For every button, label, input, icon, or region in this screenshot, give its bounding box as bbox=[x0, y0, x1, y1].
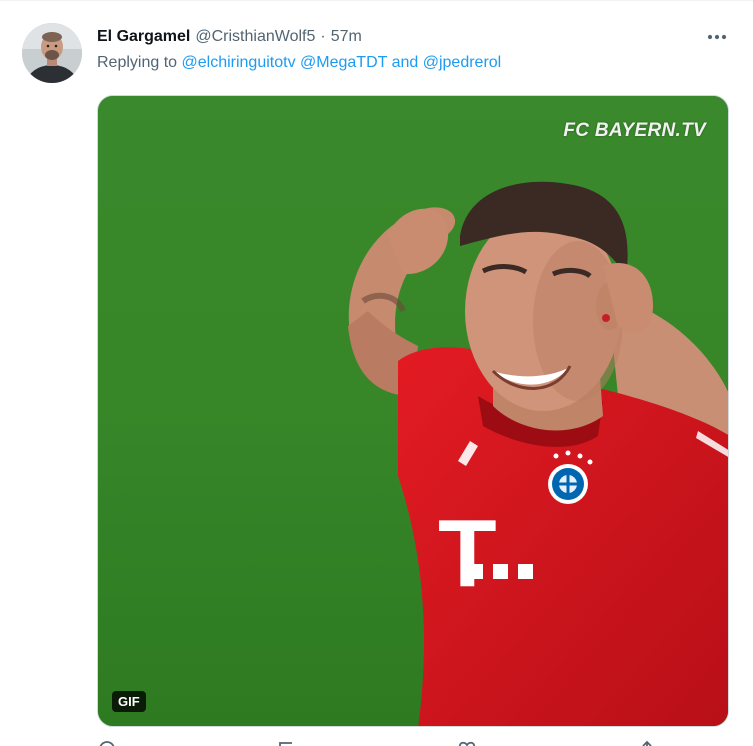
separator-dot: · bbox=[320, 28, 326, 45]
replying-to: Replying to @elchiringuitotv @MegaTDT an… bbox=[97, 54, 501, 72]
gif-frame: T bbox=[98, 96, 728, 726]
replying-to-label: Replying to bbox=[97, 54, 178, 71]
author-handle[interactable]: @CristhianWolf5 bbox=[195, 28, 315, 46]
share-icon[interactable] bbox=[637, 739, 657, 746]
mention-joiner[interactable]: and bbox=[392, 54, 419, 71]
jersey-logo: T bbox=[438, 500, 497, 607]
more-horizontal-icon bbox=[707, 34, 727, 40]
tweet-timestamp[interactable]: 57m bbox=[331, 28, 362, 46]
more-options-button[interactable] bbox=[700, 23, 734, 51]
mention-link[interactable]: @jpedrerol bbox=[423, 54, 502, 71]
author-name[interactable]: El Gargamel bbox=[97, 28, 190, 46]
retweet-icon[interactable] bbox=[277, 739, 297, 746]
tweet-header: El Gargamel @CristhianWolf5 · 57m bbox=[97, 26, 362, 48]
avatar[interactable] bbox=[22, 23, 82, 83]
action-bar bbox=[97, 739, 657, 746]
watermark: FC BAYERN.TV bbox=[563, 120, 706, 141]
gif-badge[interactable]: GIF bbox=[112, 691, 146, 712]
tweet[interactable]: El Gargamel @CristhianWolf5 · 57m Replyi… bbox=[0, 0, 753, 746]
like-icon[interactable] bbox=[457, 739, 477, 746]
reply-icon[interactable] bbox=[97, 739, 117, 746]
mention-link[interactable]: @elchiringuitotv bbox=[182, 54, 296, 71]
mention-link[interactable]: @MegaTDT bbox=[300, 54, 387, 71]
gif-media[interactable]: T FC BAYERN.TV GIF bbox=[97, 95, 729, 727]
